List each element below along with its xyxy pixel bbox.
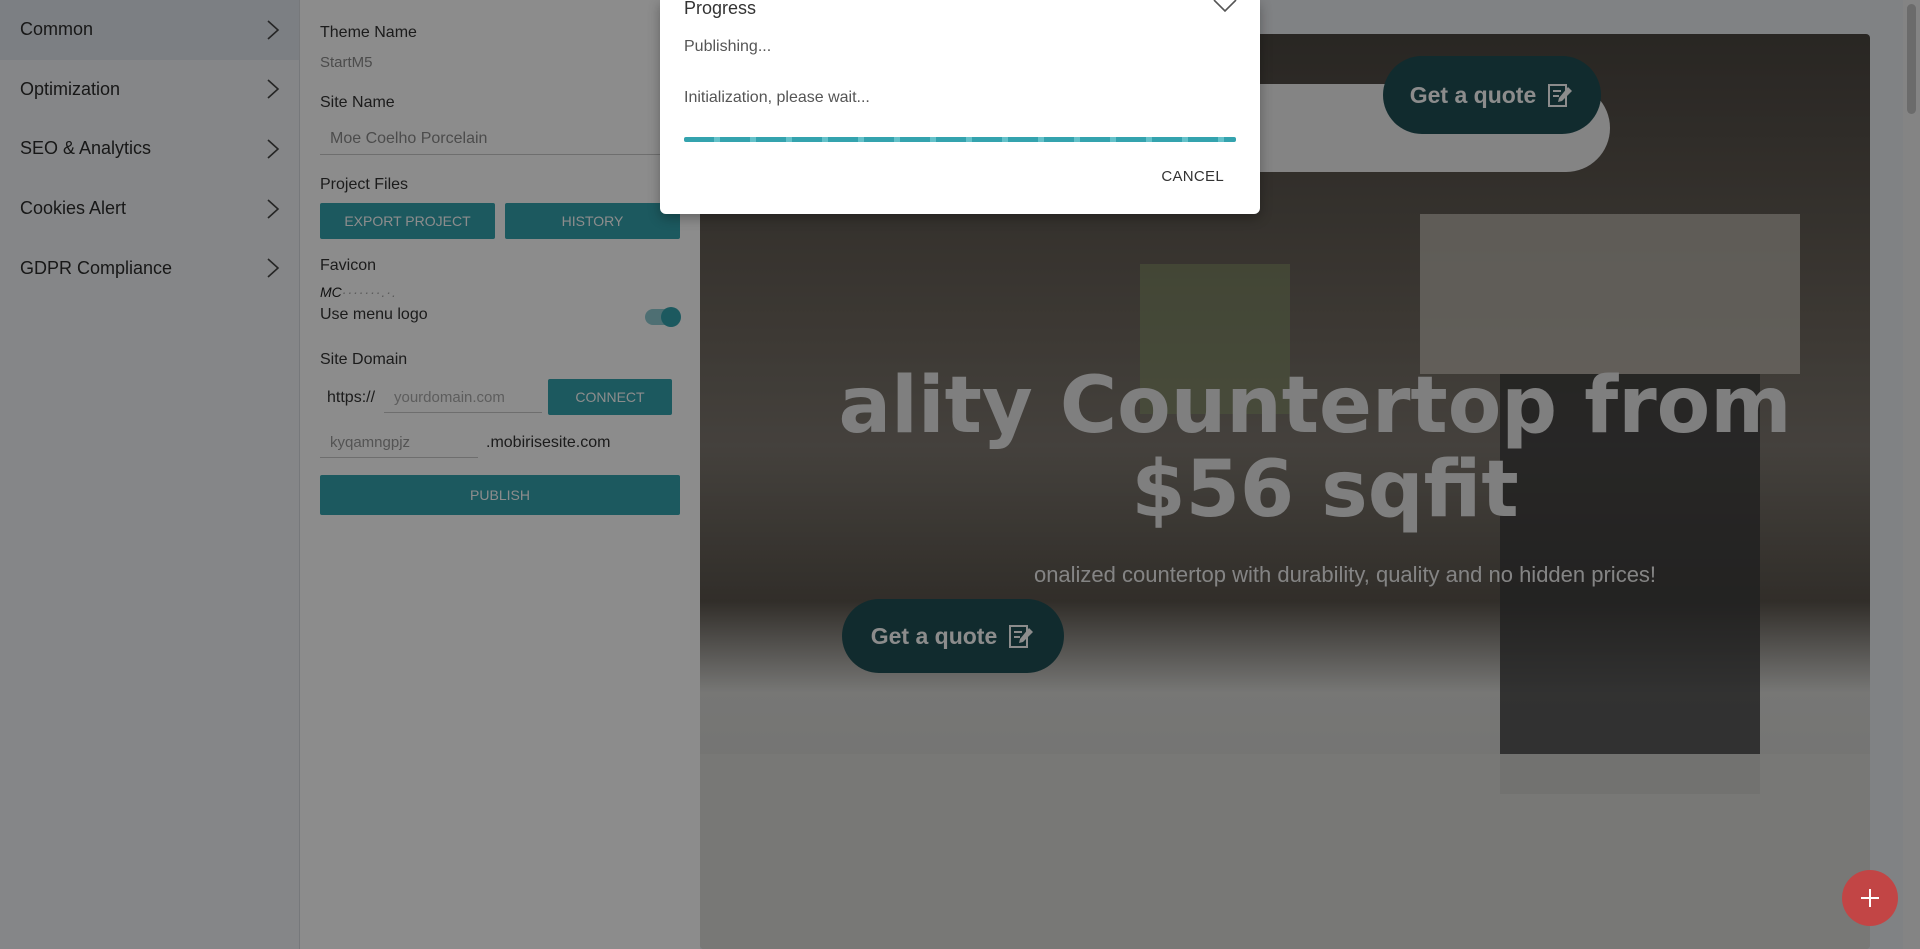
dialog-message: Initialization, please wait... bbox=[684, 89, 870, 106]
close-icon[interactable] bbox=[1212, 0, 1238, 14]
dialog-status: Publishing... bbox=[684, 38, 772, 55]
cancel-button[interactable]: CANCEL bbox=[1161, 168, 1224, 185]
add-block-button[interactable] bbox=[1842, 870, 1898, 926]
progress-bar bbox=[684, 137, 1236, 142]
plus-icon bbox=[1861, 889, 1879, 907]
progress-dialog: Progress Publishing... Initialization, p… bbox=[660, 0, 1260, 214]
dialog-title: Progress bbox=[684, 0, 757, 18]
